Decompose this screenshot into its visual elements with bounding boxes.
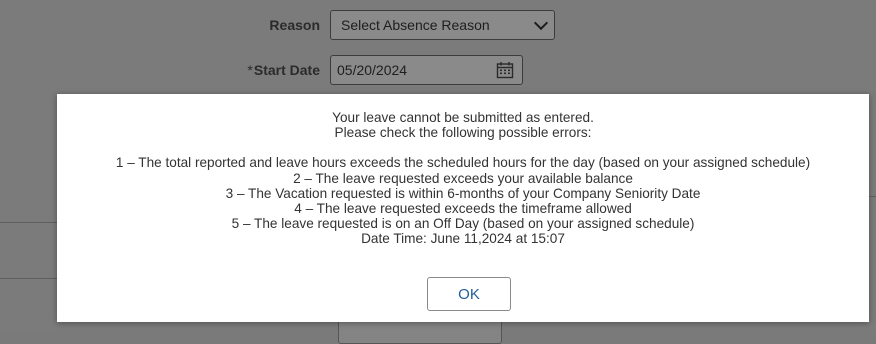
- error-dialog: Your leave cannot be submitted as entere…: [57, 94, 869, 322]
- background-divider: [869, 196, 876, 197]
- error-message: Your leave cannot be submitted as entere…: [57, 110, 869, 247]
- start-date-label: *Start Date: [0, 62, 330, 78]
- reason-select[interactable]: Select Absence Reason: [330, 10, 555, 40]
- error-item-2: 2 – The leave requested exceeds your ava…: [293, 170, 633, 186]
- start-date-field[interactable]: 05/20/2024: [330, 55, 523, 85]
- background-divider: [0, 278, 57, 279]
- ok-button[interactable]: OK: [427, 277, 511, 311]
- error-item-5: 5 – The leave requested is on an Off Day…: [231, 216, 695, 232]
- background-divider: [0, 222, 57, 223]
- reason-row: Reason Select Absence Reason: [0, 10, 555, 40]
- required-marker: *: [247, 62, 253, 78]
- reason-select-value: Select Absence Reason: [341, 17, 490, 33]
- start-date-label-text: Start Date: [253, 62, 320, 78]
- start-date-value: 05/20/2024: [337, 62, 408, 78]
- message-line: Please check the following possible erro…: [334, 125, 592, 141]
- calendar-icon[interactable]: [496, 61, 514, 79]
- reason-label: Reason: [269, 17, 320, 33]
- error-item-4: 4 – The leave requested exceeds the time…: [294, 201, 632, 217]
- message-line: Your leave cannot be submitted as entere…: [332, 110, 594, 125]
- chevron-down-icon: [533, 15, 549, 30]
- error-item-1: 1 – The total reported and leave hours e…: [115, 155, 811, 171]
- error-item-3: 3 – The Vacation requested is within 6-m…: [225, 185, 701, 201]
- timestamp-line: Date Time: June 11,2024 at 15:07: [361, 231, 565, 247]
- start-date-row: *Start Date 05/20/2024: [0, 55, 523, 85]
